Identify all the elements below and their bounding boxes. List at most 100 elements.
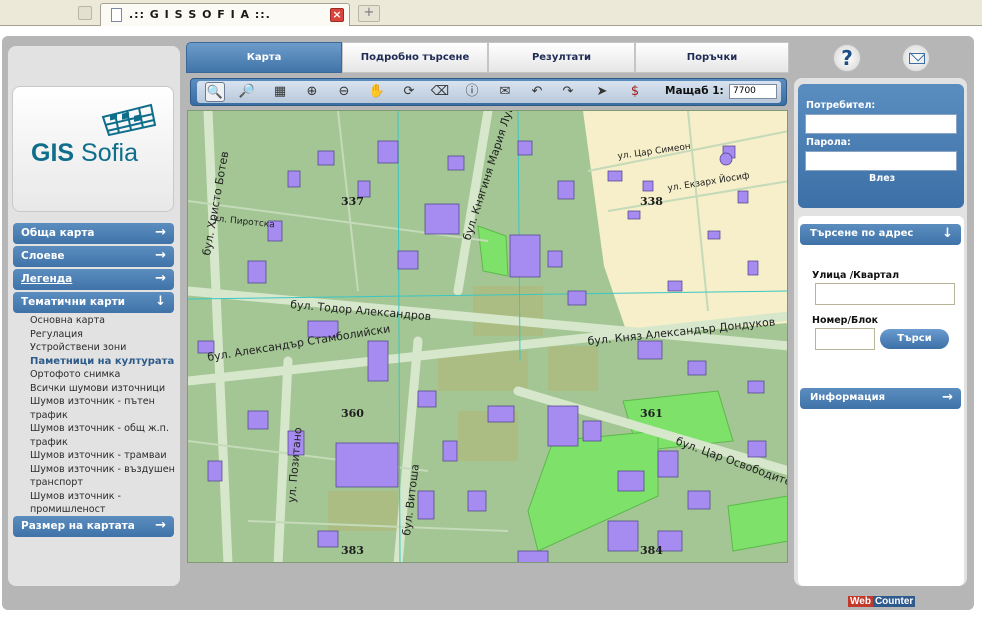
building: [417, 490, 435, 520]
menu-thematic-maps[interactable]: Тематични карти ↓: [13, 292, 174, 313]
building: [747, 440, 767, 458]
map-view[interactable]: 337 338 360 361 383 384 бул. Тодор Алекс…: [187, 110, 788, 563]
pan-hand-icon[interactable]: ✋: [367, 82, 387, 102]
thematic-item[interactable]: Шумов източник - трамваи: [30, 449, 178, 463]
tab-advanced-search[interactable]: Подробно търсене: [342, 42, 488, 73]
building: [557, 180, 575, 200]
menu-map-size[interactable]: Размер на картата →: [13, 516, 174, 537]
price-icon[interactable]: $: [625, 82, 645, 102]
new-tab-button[interactable]: +: [358, 5, 380, 22]
thematic-item[interactable]: Всички шумови източници: [30, 382, 178, 396]
browser-tab-bar: .:: G I S S O F I A ::. × +: [0, 0, 982, 26]
block-label: 361: [640, 407, 663, 420]
street-input[interactable]: [815, 283, 955, 305]
menu-layers[interactable]: Слоеве →: [13, 246, 174, 267]
tab-map[interactable]: Карта: [186, 42, 342, 73]
tab-orders[interactable]: Поръчки: [635, 42, 789, 73]
building: [517, 140, 533, 156]
park: [477, 225, 509, 277]
contact-mail-button[interactable]: [902, 44, 930, 72]
back-icon[interactable]: ↶: [527, 82, 547, 102]
building: [247, 260, 267, 284]
building: [687, 490, 711, 510]
building: [747, 380, 765, 394]
parcel: [548, 346, 598, 391]
address-search-header[interactable]: Търсене по адрес ↓: [800, 224, 961, 245]
map-canvas[interactable]: 337 338 360 361 383 384 бул. Тодор Алекс…: [188, 111, 788, 563]
arrow-right-icon: →: [155, 248, 166, 263]
logo: GIS Sofia: [12, 86, 174, 212]
building: [247, 410, 269, 430]
logo-text: GIS Sofia: [31, 139, 139, 167]
building: [607, 520, 639, 552]
menu-general-map[interactable]: Обща карта →: [13, 223, 174, 244]
pointer-icon[interactable]: ➤: [592, 82, 612, 102]
building: [487, 405, 515, 423]
previous-tab[interactable]: [78, 6, 92, 20]
building: [287, 170, 301, 188]
zoom-out-rect-icon[interactable]: 🔎: [237, 82, 257, 102]
help-button[interactable]: ?: [833, 44, 861, 72]
webcounter-badge[interactable]: Web Counter: [848, 594, 918, 609]
arrow-right-icon: →: [942, 390, 953, 405]
thematic-map-list: Основна карта Регулация Устройствени зон…: [30, 314, 178, 517]
toolbar-strip: 🔍 🔎 ▦ ⊕ ⊖ ✋ ⟳ ⌫ ⓘ ✉ ↶ ↷ ➤ $ Мащаб 1: 770…: [197, 81, 781, 103]
building: [417, 390, 437, 408]
menu-layers-label: Слоеве: [21, 250, 65, 262]
forward-icon[interactable]: ↷: [558, 82, 578, 102]
eraser-icon[interactable]: ⌫: [430, 82, 450, 102]
extent-icon[interactable]: ▦: [270, 82, 290, 102]
page-icon: [111, 8, 122, 22]
block-label: 383: [341, 544, 364, 557]
thematic-item[interactable]: Шумов източник - въздушен транспорт: [30, 463, 178, 490]
password-input[interactable]: [805, 151, 957, 171]
zoom-out-icon[interactable]: ⊖: [334, 82, 354, 102]
info-icon[interactable]: ⓘ: [462, 82, 482, 102]
thematic-item[interactable]: Регулация: [30, 328, 178, 342]
search-button[interactable]: Търси: [880, 329, 949, 349]
number-input[interactable]: [815, 328, 875, 350]
street-label: Улица /Квартал: [812, 270, 900, 281]
building: [547, 250, 563, 268]
scale-input[interactable]: 7700: [729, 84, 777, 99]
thematic-item[interactable]: Основна карта: [30, 314, 178, 328]
building: [719, 152, 733, 166]
refresh-icon[interactable]: ⟳: [399, 82, 419, 102]
thematic-item-active[interactable]: Паметници на културата: [30, 355, 178, 369]
browser-tab-active[interactable]: .:: G I S S O F I A ::. ×: [100, 3, 350, 26]
building: [707, 230, 721, 240]
info-header[interactable]: Информация →: [800, 388, 961, 409]
close-tab-button[interactable]: ×: [330, 8, 344, 22]
zoom-in-rect-icon[interactable]: 🔍: [205, 82, 225, 102]
user-input[interactable]: [805, 114, 957, 134]
building: [517, 550, 549, 562]
password-label: Парола:: [806, 137, 851, 148]
building: [737, 190, 749, 204]
zoom-in-icon[interactable]: ⊕: [302, 82, 322, 102]
building: [442, 440, 458, 462]
thematic-item[interactable]: Шумов източник - промишленост: [30, 490, 178, 517]
thematic-item[interactable]: Шумов източник - пътен трафик: [30, 395, 178, 422]
tab-results[interactable]: Резултати: [488, 42, 635, 73]
building: [367, 340, 389, 382]
building: [617, 470, 645, 492]
map-toolbar: 🔍 🔎 ▦ ⊕ ⊖ ✋ ⟳ ⌫ ⓘ ✉ ↶ ↷ ➤ $ Мащаб 1: 770…: [190, 78, 787, 106]
thematic-item[interactable]: Ортофото снимка: [30, 368, 178, 382]
building: [317, 150, 335, 166]
arrow-right-icon: →: [155, 225, 166, 240]
building: [397, 250, 419, 270]
building: [377, 140, 399, 164]
thematic-item[interactable]: Устройствени зони: [30, 341, 178, 355]
login-button[interactable]: Влез: [869, 173, 895, 184]
street: [273, 356, 293, 562]
envelope-icon: [909, 53, 925, 64]
thematic-item[interactable]: Шумов източник - общ ж.п. трафик: [30, 422, 178, 449]
mail-icon[interactable]: ✉: [495, 82, 515, 102]
menu-legend[interactable]: Легенда →: [13, 269, 174, 290]
menu-thematic-maps-label: Тематични карти: [21, 296, 126, 308]
building: [424, 203, 460, 235]
building: [582, 420, 602, 442]
number-label: Номер/Блок: [812, 315, 879, 326]
grid-line: [397, 111, 401, 562]
building: [467, 490, 487, 512]
